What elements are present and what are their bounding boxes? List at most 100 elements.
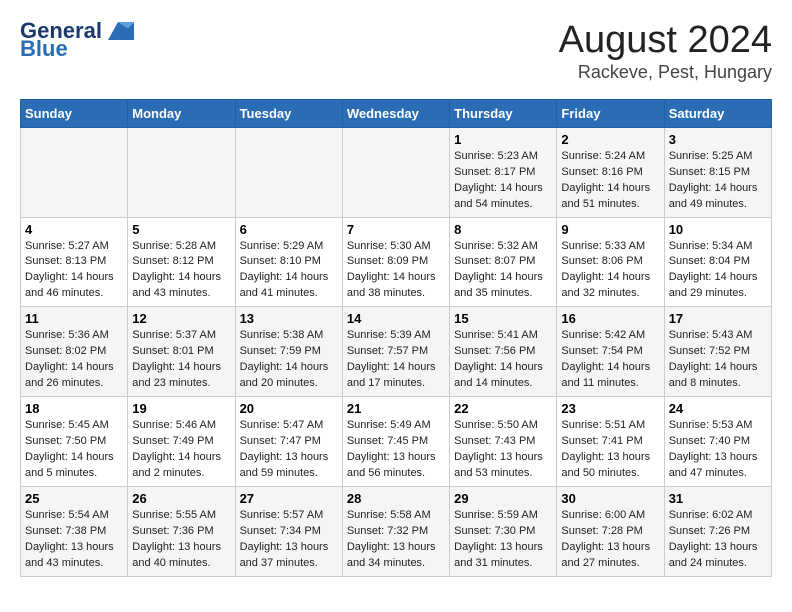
day-number: 31	[669, 491, 767, 506]
day-number: 1	[454, 132, 552, 147]
day-number: 5	[132, 222, 230, 237]
day-info: Sunrise: 5:53 AM Sunset: 7:40 PM Dayligh…	[669, 418, 767, 482]
day-number: 24	[669, 401, 767, 416]
calendar-day-13: 13Sunrise: 5:38 AM Sunset: 7:59 PM Dayli…	[235, 307, 342, 397]
calendar-day-9: 9Sunrise: 5:33 AM Sunset: 8:06 PM Daylig…	[557, 217, 664, 307]
calendar-day-21: 21 Sunrise: 5:49 AM Sunset: 7:45 PM Dayli…	[342, 397, 449, 487]
calendar-day-16: 16 Sunrise: 5:42 AM Sunset: 7:54 PM Dayli…	[557, 307, 664, 397]
day-number: 9	[561, 222, 659, 237]
day-number: 18	[25, 401, 123, 416]
calendar-day-15: 15 Sunrise: 5:41 AM Sunset: 7:56 PM Dayli…	[450, 307, 557, 397]
day-info: Sunrise: 6:02 AM Sunset: 7:26 PM Dayligh…	[669, 508, 767, 572]
day-number: 28	[347, 491, 445, 506]
calendar-week-row: 11Sunrise: 5:36 AM Sunset: 8:02 PM Dayli…	[21, 307, 772, 397]
col-header-monday: Monday	[128, 99, 235, 127]
calendar-empty-day	[235, 127, 342, 217]
subtitle: Rackeve, Pest, Hungary	[559, 62, 772, 83]
calendar-week-row: 4Sunrise: 5:27 AM Sunset: 8:13 PM Daylig…	[21, 217, 772, 307]
day-info: Sunrise: 5:34 AM Sunset: 8:04 PM Dayligh…	[669, 239, 767, 303]
day-info: Sunrise: 5:47 AM Sunset: 7:47 PM Dayligh…	[240, 418, 338, 482]
day-number: 27	[240, 491, 338, 506]
day-info: Sunrise: 5:25 AM Sunset: 8:15 PM Dayligh…	[669, 149, 767, 213]
day-info: Sunrise: 5:54 AM Sunset: 7:38 PM Dayligh…	[25, 508, 123, 572]
day-number: 19	[132, 401, 230, 416]
calendar-day-22: 22 Sunrise: 5:50 AM Sunset: 7:43 PM Dayli…	[450, 397, 557, 487]
calendar-day-3: 3 Sunrise: 5:25 AM Sunset: 8:15 PM Daylig…	[664, 127, 771, 217]
col-header-tuesday: Tuesday	[235, 99, 342, 127]
calendar-day-27: 27 Sunrise: 5:57 AM Sunset: 7:34 PM Dayli…	[235, 486, 342, 576]
calendar-day-1: 1 Sunrise: 5:23 AM Sunset: 8:17 PM Daylig…	[450, 127, 557, 217]
calendar-day-30: 30 Sunrise: 6:00 AM Sunset: 7:28 PM Dayli…	[557, 486, 664, 576]
calendar-day-7: 7 Sunrise: 5:30 AM Sunset: 8:09 PM Daylig…	[342, 217, 449, 307]
calendar-day-28: 28 Sunrise: 5:58 AM Sunset: 7:32 PM Dayli…	[342, 486, 449, 576]
calendar-header-row: SundayMondayTuesdayWednesdayThursdayFrid…	[21, 99, 772, 127]
calendar-empty-day	[21, 127, 128, 217]
calendar-day-23: 23Sunrise: 5:51 AM Sunset: 7:41 PM Dayli…	[557, 397, 664, 487]
day-number: 16	[561, 311, 659, 326]
col-header-saturday: Saturday	[664, 99, 771, 127]
calendar-day-20: 20 Sunrise: 5:47 AM Sunset: 7:47 PM Dayli…	[235, 397, 342, 487]
day-number: 7	[347, 222, 445, 237]
calendar-day-8: 8 Sunrise: 5:32 AM Sunset: 8:07 PM Daylig…	[450, 217, 557, 307]
day-number: 11	[25, 311, 123, 326]
day-number: 25	[25, 491, 123, 506]
day-number: 30	[561, 491, 659, 506]
day-number: 14	[347, 311, 445, 326]
day-number: 21	[347, 401, 445, 416]
day-info: Sunrise: 5:23 AM Sunset: 8:17 PM Dayligh…	[454, 149, 552, 213]
day-number: 17	[669, 311, 767, 326]
calendar-week-row: 25 Sunrise: 5:54 AM Sunset: 7:38 PM Dayli…	[21, 486, 772, 576]
day-info: Sunrise: 5:55 AM Sunset: 7:36 PM Dayligh…	[132, 508, 230, 572]
day-info: Sunrise: 5:42 AM Sunset: 7:54 PM Dayligh…	[561, 328, 659, 392]
day-info: Sunrise: 6:00 AM Sunset: 7:28 PM Dayligh…	[561, 508, 659, 572]
calendar-day-24: 24 Sunrise: 5:53 AM Sunset: 7:40 PM Dayli…	[664, 397, 771, 487]
day-number: 15	[454, 311, 552, 326]
page-container: General Blue August 2024 Rackeve, Pest, …	[0, 0, 792, 587]
day-number: 3	[669, 132, 767, 147]
calendar-day-18: 18 Sunrise: 5:45 AM Sunset: 7:50 PM Dayli…	[21, 397, 128, 487]
day-number: 26	[132, 491, 230, 506]
calendar-empty-day	[342, 127, 449, 217]
day-info: Sunrise: 5:57 AM Sunset: 7:34 PM Dayligh…	[240, 508, 338, 572]
title-block: August 2024 Rackeve, Pest, Hungary	[559, 20, 772, 83]
calendar-day-26: 26 Sunrise: 5:55 AM Sunset: 7:36 PM Dayli…	[128, 486, 235, 576]
day-info: Sunrise: 5:37 AM Sunset: 8:01 PM Dayligh…	[132, 328, 230, 392]
day-info: Sunrise: 5:28 AM Sunset: 8:12 PM Dayligh…	[132, 239, 230, 303]
calendar-day-29: 29Sunrise: 5:59 AM Sunset: 7:30 PM Dayli…	[450, 486, 557, 576]
day-number: 13	[240, 311, 338, 326]
main-title: August 2024	[559, 20, 772, 62]
col-header-thursday: Thursday	[450, 99, 557, 127]
col-header-sunday: Sunday	[21, 99, 128, 127]
day-info: Sunrise: 5:30 AM Sunset: 8:09 PM Dayligh…	[347, 239, 445, 303]
calendar-day-14: 14Sunrise: 5:39 AM Sunset: 7:57 PM Dayli…	[342, 307, 449, 397]
day-number: 29	[454, 491, 552, 506]
day-info: Sunrise: 5:49 AM Sunset: 7:45 PM Dayligh…	[347, 418, 445, 482]
day-number: 20	[240, 401, 338, 416]
day-info: Sunrise: 5:45 AM Sunset: 7:50 PM Dayligh…	[25, 418, 123, 482]
calendar-week-row: 1 Sunrise: 5:23 AM Sunset: 8:17 PM Daylig…	[21, 127, 772, 217]
calendar-day-12: 12 Sunrise: 5:37 AM Sunset: 8:01 PM Dayli…	[128, 307, 235, 397]
page-header: General Blue August 2024 Rackeve, Pest, …	[20, 20, 772, 83]
calendar-day-19: 19Sunrise: 5:46 AM Sunset: 7:49 PM Dayli…	[128, 397, 235, 487]
calendar-week-row: 18 Sunrise: 5:45 AM Sunset: 7:50 PM Dayli…	[21, 397, 772, 487]
logo-blue: Blue	[20, 38, 134, 60]
day-info: Sunrise: 5:43 AM Sunset: 7:52 PM Dayligh…	[669, 328, 767, 392]
calendar-day-17: 17 Sunrise: 5:43 AM Sunset: 7:52 PM Dayli…	[664, 307, 771, 397]
day-number: 4	[25, 222, 123, 237]
calendar-day-31: 31 Sunrise: 6:02 AM Sunset: 7:26 PM Dayli…	[664, 486, 771, 576]
day-number: 10	[669, 222, 767, 237]
calendar-day-10: 10 Sunrise: 5:34 AM Sunset: 8:04 PM Dayli…	[664, 217, 771, 307]
calendar-day-6: 6Sunrise: 5:29 AM Sunset: 8:10 PM Daylig…	[235, 217, 342, 307]
day-info: Sunrise: 5:50 AM Sunset: 7:43 PM Dayligh…	[454, 418, 552, 482]
logo: General Blue	[20, 20, 134, 60]
day-number: 12	[132, 311, 230, 326]
calendar-day-11: 11Sunrise: 5:36 AM Sunset: 8:02 PM Dayli…	[21, 307, 128, 397]
day-number: 8	[454, 222, 552, 237]
calendar-day-4: 4Sunrise: 5:27 AM Sunset: 8:13 PM Daylig…	[21, 217, 128, 307]
col-header-friday: Friday	[557, 99, 664, 127]
day-number: 22	[454, 401, 552, 416]
day-info: Sunrise: 5:58 AM Sunset: 7:32 PM Dayligh…	[347, 508, 445, 572]
day-info: Sunrise: 5:32 AM Sunset: 8:07 PM Dayligh…	[454, 239, 552, 303]
day-info: Sunrise: 5:41 AM Sunset: 7:56 PM Dayligh…	[454, 328, 552, 392]
day-info: Sunrise: 5:29 AM Sunset: 8:10 PM Dayligh…	[240, 239, 338, 303]
